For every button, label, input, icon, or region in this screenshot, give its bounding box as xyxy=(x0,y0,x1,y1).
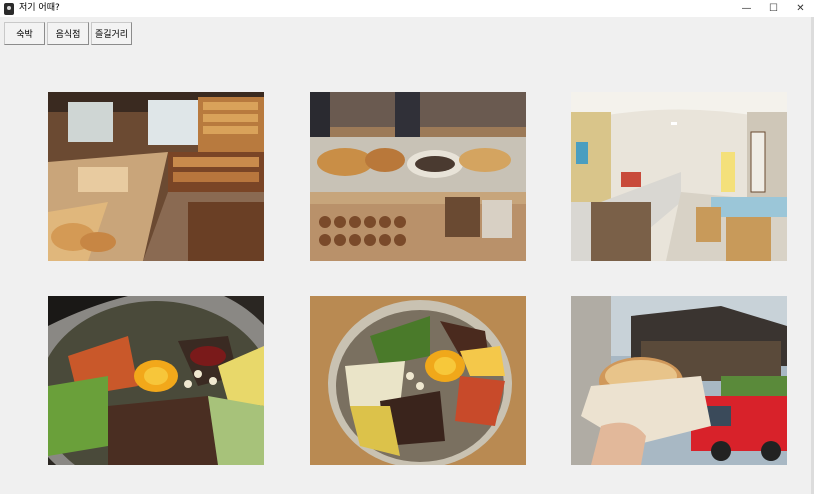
window-title: 저기 어때? xyxy=(19,3,60,13)
attractions-button[interactable]: 즐길거리 xyxy=(91,22,132,45)
bibimbap-brass-bowl-photo[interactable] xyxy=(310,296,526,465)
bakery-interior-photo[interactable] xyxy=(48,92,264,261)
restaurant-button[interactable]: 음식점 xyxy=(47,22,89,45)
window-controls: — ☐ ✕ xyxy=(733,0,814,17)
bibimbap-bowl-photo[interactable] xyxy=(48,296,264,465)
cafeteria-interior-photo[interactable] xyxy=(571,92,787,261)
close-icon[interactable]: ✕ xyxy=(787,0,814,17)
hand-holding-bread-street-photo[interactable] xyxy=(571,296,787,465)
maximize-icon[interactable]: ☐ xyxy=(760,0,787,17)
app-icon xyxy=(4,2,14,15)
title-bar: 저기 어때? — ☐ ✕ xyxy=(0,0,814,17)
lodging-button[interactable]: 숙박 xyxy=(4,22,45,45)
minimize-icon[interactable]: — xyxy=(733,0,760,17)
pastry-display-case-photo[interactable] xyxy=(310,92,526,261)
